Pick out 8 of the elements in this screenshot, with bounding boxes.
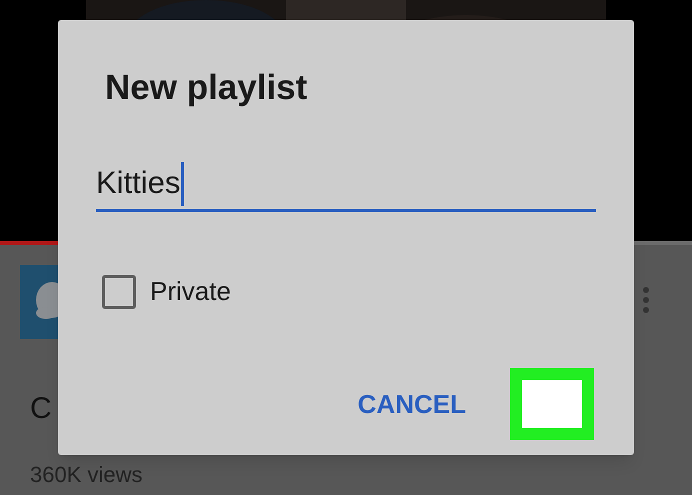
cancel-button[interactable]: CANCEL: [354, 384, 470, 424]
video-title: C: [30, 391, 52, 427]
input-field[interactable]: Kitties: [96, 158, 596, 212]
highlighted-button[interactable]: [510, 368, 594, 440]
dialog-title: New playlist: [105, 67, 308, 109]
checkbox-label: Private: [150, 275, 231, 308]
checkbox[interactable]: [102, 274, 136, 308]
more-options-icon[interactable]: [642, 287, 650, 313]
